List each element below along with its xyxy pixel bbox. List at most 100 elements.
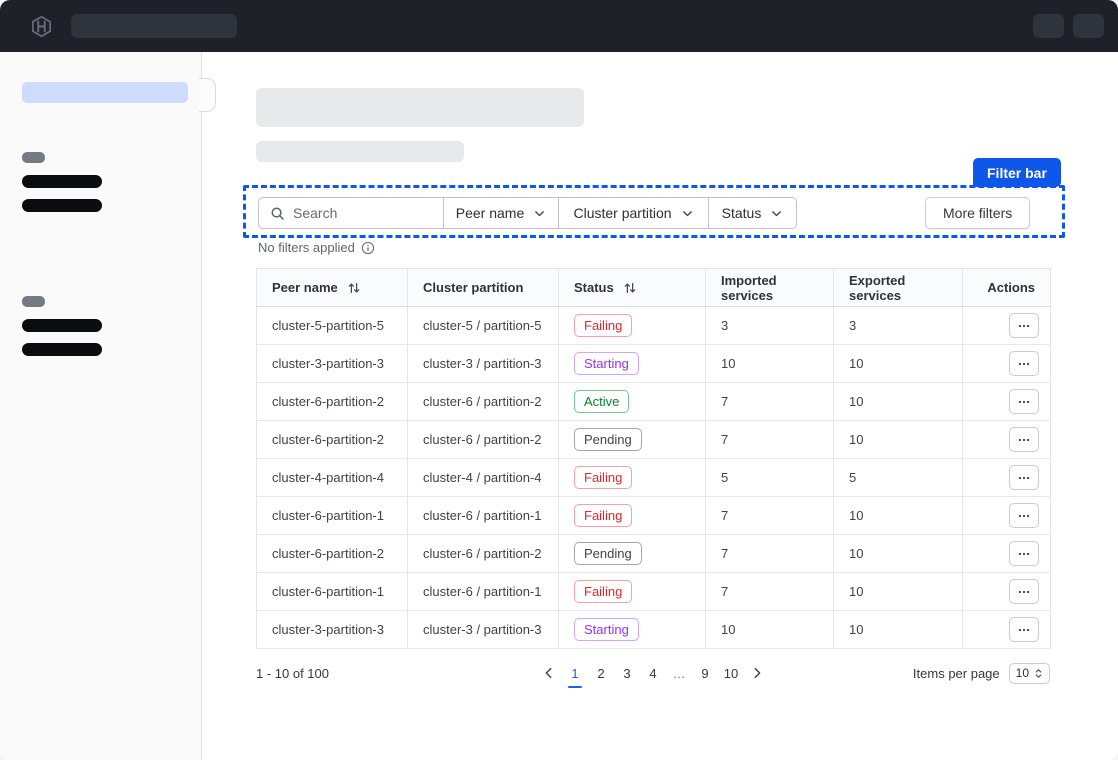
previous-page-button[interactable]	[538, 661, 560, 685]
ellipsis-icon	[1018, 628, 1030, 632]
nav-button-skeleton[interactable]	[1033, 14, 1064, 38]
status-badge: Starting	[574, 618, 639, 641]
imported-services-cell: 7	[706, 573, 834, 611]
peer-name-cell: cluster-3-partition-3	[257, 611, 408, 649]
page-button-9[interactable]: 9	[694, 661, 716, 685]
row-actions-button[interactable]	[1009, 427, 1039, 452]
table-row: cluster-5-partition-5cluster-5 / partiti…	[257, 307, 1051, 345]
column-header-imported-services: Imported services	[706, 269, 834, 307]
filter-bar: Peer name Cluster partition Status	[258, 197, 797, 229]
items-per-page-select[interactable]: 10	[1009, 663, 1050, 684]
no-filters-status: No filters applied	[258, 240, 375, 255]
status-badge: Failing	[574, 580, 632, 603]
sidebar-link-skeleton[interactable]	[22, 343, 102, 356]
imported-services-cell: 7	[706, 497, 834, 535]
status-badge: Failing	[574, 314, 632, 337]
table-row: cluster-6-partition-1cluster-6 / partiti…	[257, 573, 1051, 611]
exported-services-cell: 10	[834, 497, 963, 535]
cluster-partition-cell: cluster-3 / partition-3	[408, 611, 559, 649]
column-header-label: Status	[574, 280, 614, 295]
search-icon	[270, 206, 285, 221]
page-title-skeleton	[256, 88, 584, 127]
search-input[interactable]	[293, 205, 428, 221]
table-header-row: Peer nameCluster partitionStatusImported…	[257, 269, 1051, 307]
sidebar-collapse-handle[interactable]	[199, 78, 216, 112]
row-actions-button[interactable]	[1009, 579, 1039, 604]
status-filter-label: Status	[722, 205, 762, 221]
sidebar-section-label-skeleton	[22, 296, 45, 307]
top-navbar	[0, 0, 1118, 52]
cluster-partition-cell: cluster-6 / partition-2	[408, 421, 559, 459]
peer-name-cell: cluster-4-partition-4	[257, 459, 408, 497]
sidebar-link-skeleton[interactable]	[22, 319, 102, 332]
ellipsis-icon	[1018, 362, 1030, 366]
ellipsis-icon	[1018, 324, 1030, 328]
column-header-label: Imported services	[721, 273, 818, 303]
page-button-1[interactable]: 1	[564, 661, 586, 685]
info-icon[interactable]	[361, 241, 375, 255]
cluster-partition-cell: cluster-3 / partition-3	[408, 345, 559, 383]
actions-cell	[963, 345, 1051, 383]
imported-services-cell: 10	[706, 345, 834, 383]
ellipsis-icon	[1018, 514, 1030, 518]
imported-services-cell: 3	[706, 307, 834, 345]
peer-name-cell: cluster-3-partition-3	[257, 345, 408, 383]
status-badge: Failing	[574, 504, 632, 527]
status-cell: Failing	[559, 459, 706, 497]
exported-services-cell: 10	[834, 611, 963, 649]
column-header-status[interactable]: Status	[559, 269, 706, 307]
sidebar-active-item-skeleton[interactable]	[22, 82, 188, 103]
next-page-button[interactable]	[746, 661, 768, 685]
page-button-4[interactable]: 4	[642, 661, 664, 685]
nav-search-skeleton[interactable]	[71, 14, 237, 38]
peer-name-cell: cluster-6-partition-1	[257, 573, 408, 611]
cluster-partition-cell: cluster-6 / partition-1	[408, 573, 559, 611]
cluster-partition-filter-dropdown[interactable]: Cluster partition	[558, 198, 708, 228]
sort-arrows-icon	[623, 281, 637, 295]
hashicorp-logo-icon	[30, 15, 53, 38]
imported-services-cell: 5	[706, 459, 834, 497]
row-actions-button[interactable]	[1009, 617, 1039, 642]
imported-services-cell: 7	[706, 383, 834, 421]
page-button-2[interactable]: 2	[590, 661, 612, 685]
row-actions-button[interactable]	[1009, 503, 1039, 528]
chevron-left-icon	[542, 666, 556, 680]
search-field[interactable]	[259, 198, 443, 228]
filter-bar-annotation-flag: Filter bar	[973, 158, 1061, 187]
table-row: cluster-6-partition-2cluster-6 / partiti…	[257, 535, 1051, 573]
column-header-label: Exported services	[849, 273, 947, 303]
table-body: cluster-5-partition-5cluster-5 / partiti…	[257, 307, 1051, 649]
nav-button-skeleton[interactable]	[1073, 14, 1104, 38]
row-actions-button[interactable]	[1009, 313, 1039, 338]
actions-cell	[963, 307, 1051, 345]
row-actions-button[interactable]	[1009, 389, 1039, 414]
items-per-page-label: Items per page	[913, 666, 1000, 681]
items-per-page-value: 10	[1016, 666, 1029, 680]
cluster-partition-cell: cluster-6 / partition-2	[408, 383, 559, 421]
status-filter-dropdown[interactable]: Status	[708, 198, 796, 228]
status-badge: Starting	[574, 352, 639, 375]
imported-services-cell: 7	[706, 421, 834, 459]
page-button-10[interactable]: 10	[720, 661, 742, 685]
chevron-down-icon	[533, 207, 546, 220]
status-cell: Failing	[559, 307, 706, 345]
status-cell: Starting	[559, 345, 706, 383]
row-actions-button[interactable]	[1009, 351, 1039, 376]
status-badge: Pending	[574, 428, 642, 451]
peer-name-cell: cluster-6-partition-2	[257, 535, 408, 573]
row-actions-button[interactable]	[1009, 465, 1039, 490]
row-actions-button[interactable]	[1009, 541, 1039, 566]
more-filters-button[interactable]: More filters	[925, 197, 1030, 229]
page-button-3[interactable]: 3	[616, 661, 638, 685]
sidebar-link-skeleton[interactable]	[22, 175, 102, 188]
column-header-peer-name[interactable]: Peer name	[257, 269, 408, 307]
exported-services-cell: 10	[834, 345, 963, 383]
peer-name-cell: cluster-5-partition-5	[257, 307, 408, 345]
peer-name-filter-dropdown[interactable]: Peer name	[443, 198, 558, 228]
imported-services-cell: 10	[706, 611, 834, 649]
status-cell: Starting	[559, 611, 706, 649]
sidebar-link-skeleton[interactable]	[22, 199, 102, 212]
column-header-label: Peer name	[272, 280, 338, 295]
status-badge: Active	[574, 390, 629, 413]
status-cell: Active	[559, 383, 706, 421]
